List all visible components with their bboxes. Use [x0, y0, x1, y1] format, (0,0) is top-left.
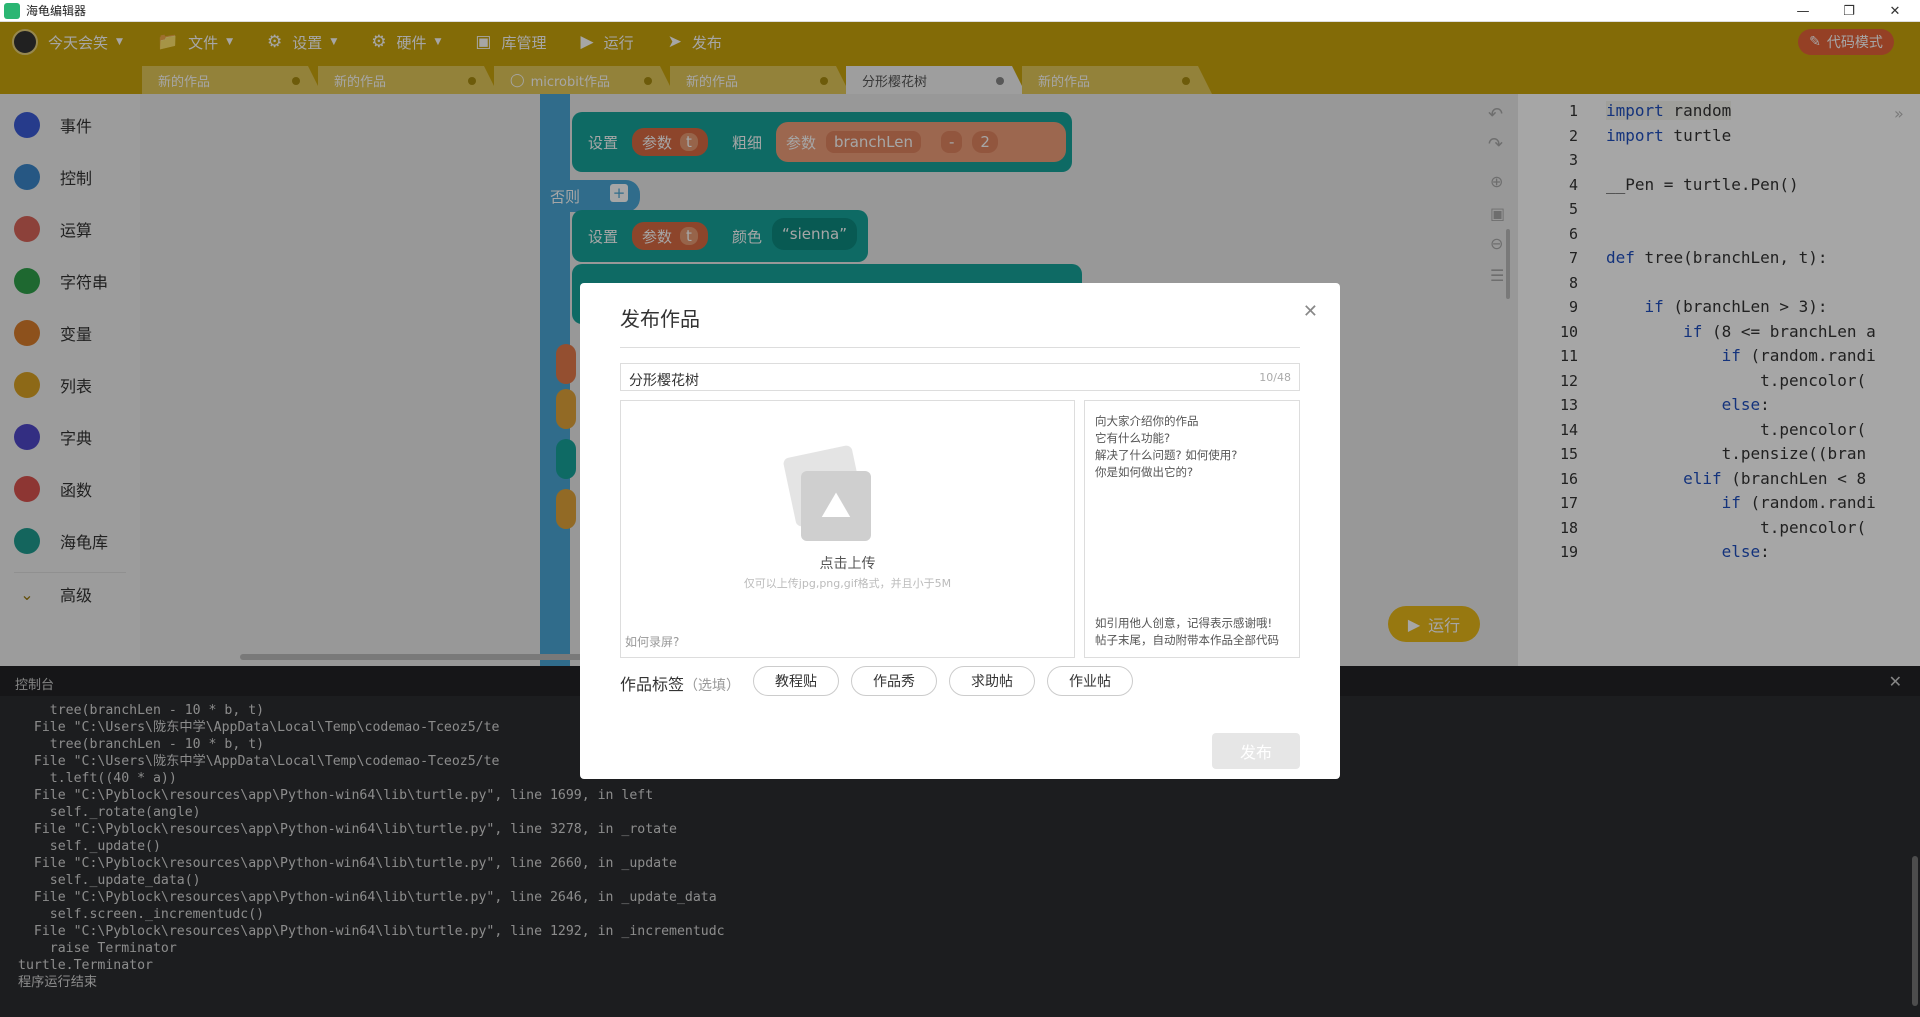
- restore-button[interactable]: ❐: [1826, 0, 1872, 22]
- tags-label-text: 作品标签: [620, 675, 685, 694]
- desc-footer-line: 帖子末尾，自动附带本作品全部代码: [1095, 633, 1279, 647]
- window-title: 海龟编辑器: [26, 4, 87, 18]
- tag-tutorial[interactable]: 教程贴: [753, 666, 839, 696]
- upload-label: 点击上传: [819, 556, 876, 572]
- tags-optional: （选填）: [684, 678, 741, 694]
- close-window-button[interactable]: ✕: [1872, 0, 1918, 22]
- record-hint-link[interactable]: 如何录屏?: [625, 633, 679, 650]
- window-titlebar: 海龟编辑器 — ❐ ✕: [0, 0, 1920, 22]
- close-icon[interactable]: ✕: [1303, 301, 1318, 322]
- dialog-title: 发布作品: [620, 307, 700, 331]
- minimize-button[interactable]: —: [1780, 0, 1826, 22]
- char-count: 10/48: [1259, 371, 1291, 384]
- desc-placeholder-line: 你是如何做出它的?: [1095, 465, 1194, 479]
- cover-upload-area[interactable]: ⛰ 点击上传 仅可以上传jpg,png,gif格式，并且小于5M 如何录屏?: [620, 400, 1075, 658]
- description-textarea[interactable]: 向大家介绍你的作品 它有什么功能? 解决了什么问题? 如何使用? 你是如何做出它…: [1084, 400, 1300, 658]
- publish-button[interactable]: 发布: [1212, 733, 1300, 769]
- publish-dialog: 发布作品 ✕ 分形樱花树 10/48 ⛰ 点击上传 仅可以上传jpg,png,gi…: [580, 283, 1340, 779]
- desc-placeholder-line: 解决了什么问题? 如何使用?: [1095, 448, 1238, 462]
- desc-placeholder-line: 它有什么功能?: [1095, 431, 1171, 445]
- upload-hint: 仅可以上传jpg,png,gif格式，并且小于5M: [743, 577, 952, 590]
- desc-placeholder-line: 向大家介绍你的作品: [1095, 414, 1199, 428]
- tags-label: 作品标签（选填）: [620, 671, 740, 695]
- tag-homework[interactable]: 作业帖: [1047, 666, 1133, 696]
- tag-help[interactable]: 求助帖: [949, 666, 1035, 696]
- desc-footer-line: 如引用他人创意，记得表示感谢哦!: [1095, 616, 1273, 630]
- work-title-value: 分形樱花树: [629, 373, 699, 389]
- divider: [620, 347, 1300, 348]
- image-icon: ⛰: [801, 471, 871, 541]
- tag-showcase[interactable]: 作品秀: [851, 666, 937, 696]
- work-title-input[interactable]: 分形樱花树 10/48: [620, 363, 1300, 391]
- app-logo-icon: [4, 2, 20, 19]
